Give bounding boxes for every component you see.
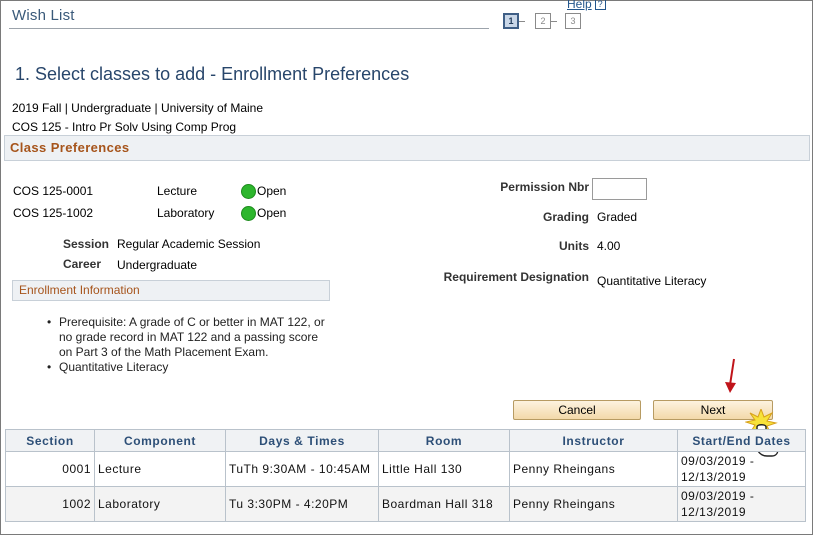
page-title: 1. Select classes to add - Enrollment Pr… (15, 64, 410, 84)
enrollment-info-title: Enrollment Information (19, 283, 140, 297)
open-status-icon (241, 206, 256, 221)
step-connector (519, 21, 525, 22)
column-header: Component (94, 429, 226, 452)
open-status-icon (241, 184, 256, 199)
requirement-designation-label: Requirement Designation (443, 270, 589, 284)
class-section: COS 125-0001 (13, 184, 94, 198)
dates-cell: 09/03/2019 - 12/13/2019 (677, 486, 806, 522)
class-component: Laboratory (157, 206, 215, 220)
session-value: Regular Academic Session (117, 237, 261, 251)
enrollment-info-list: Prerequisite: A grade of C or better in … (47, 315, 327, 375)
term-info: 2019 Fall | Undergraduate | University o… (12, 101, 264, 115)
class-component: Lecture (157, 184, 198, 198)
instructor-cell: Penny Rheingans (509, 486, 678, 522)
class-status: Open (257, 206, 287, 220)
step-2: 2 (535, 13, 551, 29)
room-cell: Boardman Hall 318 (378, 486, 510, 522)
column-header: Section (5, 429, 95, 452)
title-divider (9, 28, 489, 29)
days-times-cell: TuTh 9:30AM - 10:45AM (225, 451, 379, 487)
component-cell: Lecture (94, 451, 226, 487)
course-info: COS 125 - Intro Pr Solv Using Comp Prog (12, 120, 237, 134)
units-label: Units (559, 239, 589, 253)
column-header: Instructor (509, 429, 678, 452)
permission-nbr-label: Permission Nbr (500, 180, 589, 194)
table-header-row: Section Component Days & Times Room Inst… (5, 429, 806, 452)
units-value: 4.00 (597, 239, 621, 253)
wishlist-title: Wish List (12, 7, 75, 24)
session-label: Session (62, 237, 109, 251)
table-row: 1002 Laboratory Tu 3:30PM - 4:20PM Board… (5, 486, 806, 522)
career-label: Career (62, 257, 101, 271)
enrollment-info-item: Prerequisite: A grade of C or better in … (47, 315, 327, 360)
component-cell: Laboratory (94, 486, 226, 522)
step-1: 1 (503, 13, 519, 29)
sections-table: Section Component Days & Times Room Inst… (5, 429, 806, 522)
enrollment-info-header: Enrollment Information (12, 280, 330, 301)
section-cell: 1002 (5, 486, 95, 522)
step-3: 3 (565, 13, 581, 29)
column-header: Room (378, 429, 510, 452)
class-status: Open (257, 184, 287, 198)
help-link[interactable]: Help? (567, 0, 606, 11)
section-cell: 0001 (5, 451, 95, 487)
page-frame: Wish List Help? 1 2 3 1. Select classes … (0, 0, 813, 535)
help-icon[interactable]: ? (594, 0, 606, 10)
enrollment-info-item: Quantitative Literacy (47, 360, 327, 375)
dates-cell: 09/03/2019 - 12/13/2019 (677, 451, 806, 487)
days-times-cell: Tu 3:30PM - 4:20PM (225, 486, 379, 522)
red-arrow-icon (725, 358, 736, 393)
cancel-button[interactable]: Cancel (513, 400, 641, 420)
grading-value: Graded (597, 210, 638, 224)
room-cell: Little Hall 130 (378, 451, 510, 487)
grading-label: Grading (542, 210, 589, 224)
column-header: Start/End Dates (677, 429, 806, 452)
instructor-cell: Penny Rheingans (509, 451, 678, 487)
class-section: COS 125-1002 (13, 206, 94, 220)
requirement-designation-value: Quantitative Literacy (597, 274, 707, 288)
column-header: Days & Times (225, 429, 379, 452)
table-row: 0001 Lecture TuTh 9:30AM - 10:45AM Littl… (5, 451, 806, 487)
class-preferences-title: Class Preferences (10, 140, 130, 155)
career-value: Undergraduate (117, 258, 198, 272)
help-label[interactable]: Help (567, 0, 592, 11)
permission-nbr-input[interactable] (592, 178, 647, 200)
step-connector (551, 21, 557, 22)
class-preferences-header: Class Preferences (4, 135, 810, 161)
